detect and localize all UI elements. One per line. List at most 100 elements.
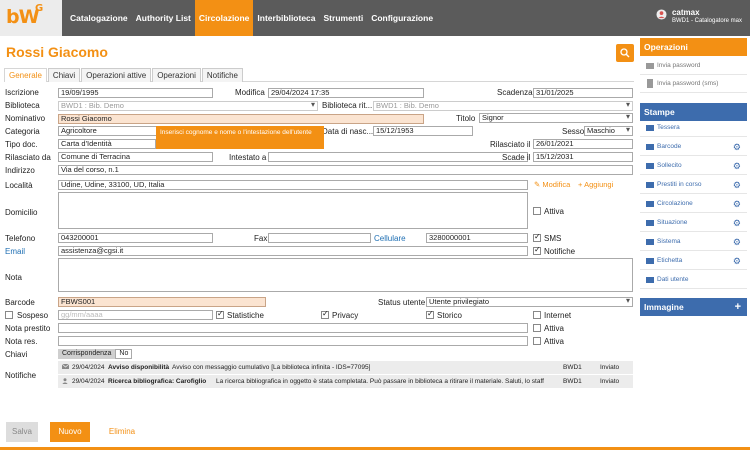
email-link[interactable]: Email — [5, 247, 25, 256]
panel-immagine-header[interactable]: Immagine + — [640, 298, 747, 316]
stampa-situazione-item[interactable]: Situazione ⚙ — [640, 214, 747, 232]
nuovo-button[interactable]: Nuovo — [50, 422, 90, 442]
print-icon — [646, 201, 654, 207]
nav-interbiblioteca[interactable]: Interbiblioteca — [253, 0, 319, 36]
telefono-field[interactable]: 043200001 — [58, 233, 213, 243]
modifica-field[interactable]: 29/04/2024 17:35 — [268, 88, 424, 98]
nota-res-field[interactable] — [58, 336, 528, 346]
email-field[interactable]: assistenza@cgsi.it — [58, 246, 528, 256]
stampa-sollecito-item[interactable]: Sollecito ⚙ — [640, 157, 747, 175]
nota-res-label: Nota res. — [5, 337, 38, 346]
stampa-circolazione-item[interactable]: Circolazione ⚙ — [640, 195, 747, 213]
nominativo-label: Nominativo — [5, 114, 46, 123]
notifiche-checkbox[interactable] — [533, 245, 541, 255]
nav-authority-list[interactable]: Authority List — [132, 0, 195, 36]
gear-icon[interactable]: ⚙ — [733, 252, 741, 270]
cellulare-link[interactable]: Cellulare — [374, 234, 406, 243]
data-nascita-field[interactable]: 15/12/1953 — [373, 126, 473, 136]
tab-chiavi[interactable]: Chiavi — [47, 68, 81, 82]
gear-icon[interactable]: ⚙ — [733, 195, 741, 213]
stampa-dati-utente-item[interactable]: Dati utente — [640, 271, 747, 289]
notification-row[interactable]: 29/04/2024 Avviso disponibilità Avviso c… — [58, 361, 633, 374]
nota-prestito-field[interactable] — [58, 323, 528, 333]
search-button[interactable] — [616, 44, 634, 62]
user-icon — [62, 378, 68, 386]
iscrizione-label: Iscrizione — [5, 88, 39, 97]
stampa-barcode-item[interactable]: Barcode ⚙ — [640, 138, 747, 156]
sospeso-date-field[interactable]: gg/mm/aaaa — [58, 310, 213, 320]
notifications-list: 29/04/2024 Avviso disponibilità Avviso c… — [58, 361, 633, 389]
storico-label: Storico — [437, 311, 462, 320]
titolo-select[interactable]: Signor — [479, 113, 633, 123]
rilasciato-il-field[interactable]: 26/01/2021 — [533, 139, 633, 149]
iscrizione-field[interactable]: 19/09/1995 — [58, 88, 213, 98]
stampa-sistema-item[interactable]: Sistema ⚙ — [640, 233, 747, 251]
modifica-localita-link[interactable]: ✎ Modifica — [534, 180, 570, 189]
add-image-icon[interactable]: + — [735, 298, 741, 316]
nav-catalogazione[interactable]: Catalogazione — [66, 0, 132, 36]
mail-icon — [61, 363, 70, 371]
bwg-logo[interactable]: bW G — [0, 0, 62, 36]
stampa-dati-utente-label: Dati utente — [657, 276, 689, 283]
stampa-tessera-label: Tessera — [657, 124, 680, 131]
gear-icon[interactable]: ⚙ — [733, 176, 741, 194]
tipo-doc-label: Tipo doc. — [5, 140, 38, 149]
scade-field[interactable]: 15/12/2031 — [533, 152, 633, 162]
scadenza-field[interactable]: 31/01/2025 — [533, 88, 633, 98]
status-utente-select[interactable]: Utente privilegiato — [426, 297, 633, 307]
gear-icon[interactable]: ⚙ — [733, 214, 741, 232]
sesso-select[interactable]: Maschio — [584, 126, 633, 136]
nota-textarea[interactable] — [58, 258, 633, 292]
barcode-field[interactable]: FBWS001 — [58, 297, 266, 307]
gear-icon[interactable]: ⚙ — [733, 233, 741, 251]
sms-checkbox[interactable] — [533, 232, 541, 242]
nav-configurazione[interactable]: Configurazione — [367, 0, 437, 36]
page-title: Rossi Giacomo — [6, 44, 108, 60]
notification-row[interactable]: 29/04/2024 Ricerca bibliografica: Carofi… — [58, 375, 633, 388]
user-menu[interactable]: catmax BWD1 - Catalogatore max — [656, 8, 742, 24]
sospeso-checkbox[interactable] — [5, 311, 13, 319]
gear-icon[interactable]: ⚙ — [733, 157, 741, 175]
nota-res-attiva-checkbox[interactable] — [533, 337, 541, 345]
invia-password-sms-item[interactable]: Invia password (sms) — [640, 75, 747, 93]
cellulare-field[interactable]: 3280000001 — [426, 233, 528, 243]
domicilio-attiva-checkbox[interactable] — [533, 207, 541, 215]
elimina-button[interactable]: Elimina — [104, 422, 140, 442]
notification-lib: BWD1 — [563, 378, 582, 385]
print-icon — [646, 220, 654, 226]
storico-checkbox[interactable] — [426, 309, 434, 319]
print-icon — [646, 163, 654, 169]
tab-operazioni[interactable]: Operazioni — [152, 68, 201, 82]
tipo-doc-field[interactable]: Carta d'Identità — [58, 139, 156, 149]
intestato-field[interactable] — [268, 152, 528, 162]
biblioteca-select[interactable]: BWD1 : Bib. Demo — [58, 101, 318, 111]
nota-prestito-attiva-checkbox[interactable] — [533, 324, 541, 332]
gear-icon[interactable]: ⚙ — [733, 138, 741, 156]
rilasciato-da-field[interactable]: Comune di Terracina — [58, 152, 213, 162]
aggiungi-localita-link[interactable]: + Aggiungi — [578, 180, 613, 189]
tab-generale[interactable]: Generale — [4, 68, 47, 82]
telefono-label: Telefono — [5, 234, 36, 243]
nav-strumenti[interactable]: Strumenti — [320, 0, 368, 36]
localita-field[interactable]: Udine, Udine, 33100, UD, Italia — [58, 180, 528, 190]
statistiche-checkbox[interactable] — [216, 309, 224, 319]
fax-field[interactable] — [268, 233, 371, 243]
statistiche-label: Statistiche — [227, 311, 264, 320]
domicilio-textarea[interactable] — [58, 192, 528, 229]
notifiche-checkbox-label: Notifiche — [544, 247, 576, 256]
stampa-tessera-item[interactable]: Tessera — [640, 119, 747, 137]
tab-operazioni-attive[interactable]: Operazioni attive — [81, 68, 152, 82]
localita-label: Località — [5, 181, 33, 190]
privacy-checkbox[interactable] — [321, 309, 329, 319]
nav-circolazione[interactable]: Circolazione — [194, 0, 254, 36]
stampa-etichetta-item[interactable]: Etichetta ⚙ — [640, 252, 747, 270]
tab-notifiche[interactable]: Notifiche — [201, 68, 243, 82]
domicilio-label: Domicilio — [5, 208, 38, 217]
nominativo-field[interactable]: Rossi Giacomo — [58, 114, 424, 124]
biblioteca-ritiro-select[interactable]: BWD1 : Bib. Demo — [373, 101, 633, 111]
stampa-prestiti-item[interactable]: Prestiti in corso ⚙ — [640, 176, 747, 194]
invia-password-item[interactable]: Invia password — [640, 57, 747, 75]
salva-button[interactable]: Salva — [6, 422, 38, 442]
internet-checkbox[interactable] — [533, 311, 541, 319]
indirizzo-field[interactable]: Via del corso, n.1 — [58, 165, 633, 175]
